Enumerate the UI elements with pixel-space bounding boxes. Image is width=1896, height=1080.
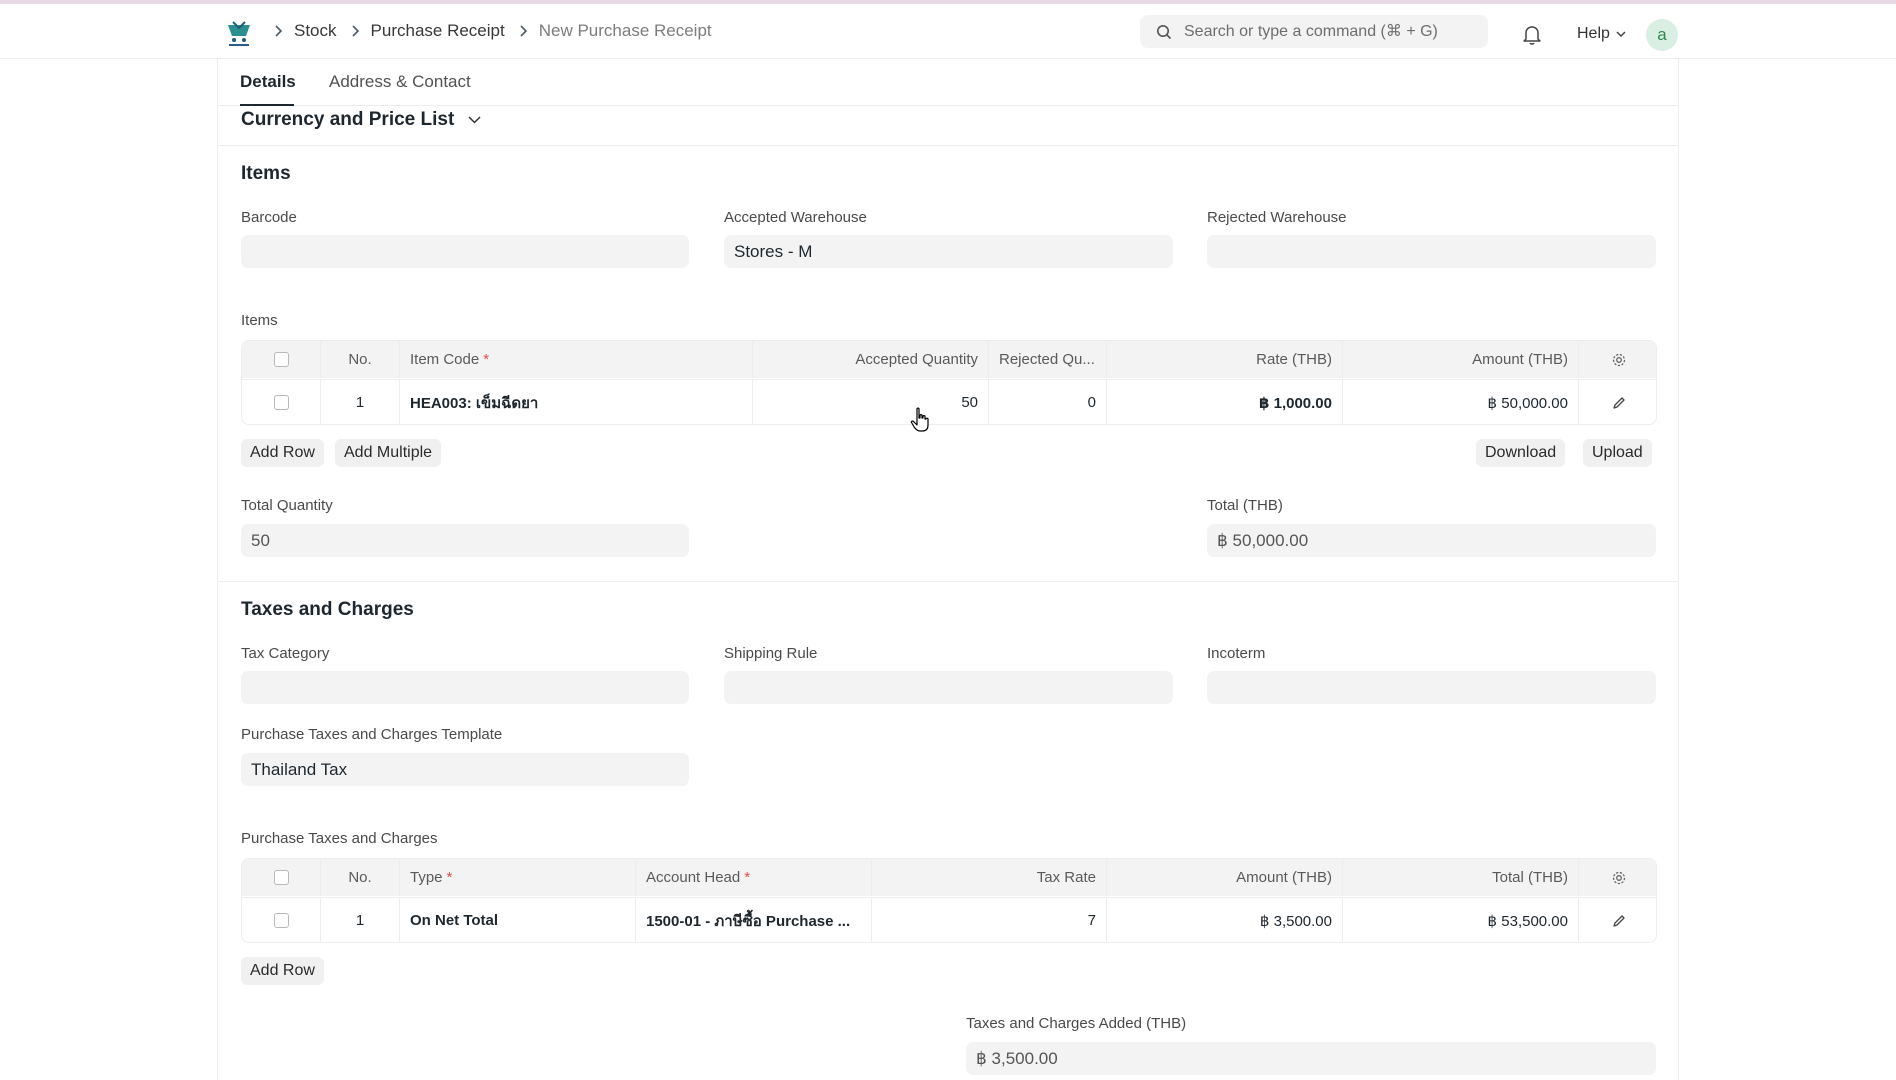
tab-details[interactable]: Details [240, 72, 296, 92]
taxes-template-label: Purchase Taxes and Charges Template [241, 726, 503, 743]
help-dropdown[interactable]: Help [1577, 25, 1626, 43]
col-tax-rate: Tax Rate [872, 859, 1107, 896]
total-label: Total (THB) [1207, 497, 1283, 514]
app-logo-icon[interactable] [224, 18, 254, 48]
required-marker: * [483, 351, 490, 368]
taxes-table: No. Type * Account Head * Tax Rate Amount … [241, 858, 1657, 943]
chevron-right-icon [351, 25, 359, 37]
taxes-table-label: Purchase Taxes and Charges [241, 830, 438, 847]
col-type: Type * [400, 859, 636, 896]
tab-address-contact[interactable]: Address & Contact [329, 72, 471, 92]
shipping-rule-input[interactable] [724, 671, 1173, 704]
row-account-head[interactable]: 1500-01 - ภาษีซื้อ Purchase ... [636, 898, 872, 942]
col-rejected-quantity: Rejected Qu... [989, 341, 1107, 378]
currency-section-toggle[interactable]: Currency and Price List [241, 109, 481, 131]
col-no: No. [321, 859, 400, 896]
search-icon [1157, 24, 1172, 39]
search-input[interactable] [1184, 22, 1484, 41]
row-checkbox[interactable] [273, 913, 289, 928]
col-no: No. [321, 341, 400, 378]
row-accepted-quantity[interactable]: 50 [753, 380, 989, 424]
row-rate[interactable]: ฿ 1,000.00 [1107, 380, 1343, 424]
barcode-label: Barcode [241, 209, 297, 226]
notification-bell-icon[interactable] [1522, 24, 1542, 46]
total-quantity-value: 50 [241, 524, 689, 557]
awesomebar[interactable] [1140, 15, 1488, 48]
row-no: 1 [321, 898, 400, 942]
avatar[interactable]: a [1646, 19, 1678, 51]
row-amount: ฿ 50,000.00 [1343, 380, 1579, 424]
row-amount: ฿ 3,500.00 [1107, 898, 1343, 942]
col-total: Total (THB) [1343, 859, 1579, 896]
tax-category-input[interactable] [241, 671, 689, 704]
form-page: Details Address & Contact Currency and P… [217, 59, 1679, 1080]
download-button[interactable]: Download [1476, 439, 1566, 467]
section-divider [218, 581, 1678, 582]
add-tax-row-button[interactable]: Add Row [241, 957, 324, 985]
total-quantity-label: Total Quantity [241, 497, 333, 514]
select-all-checkbox[interactable] [273, 870, 289, 885]
chevron-right-icon [274, 25, 282, 37]
col-accepted-quantity: Accepted Quantity [753, 341, 989, 378]
hand-pointer-icon [910, 407, 929, 432]
active-tab-indicator [240, 104, 294, 106]
row-tax-rate[interactable]: 7 [872, 898, 1107, 942]
chevron-right-icon [519, 25, 527, 37]
gear-icon[interactable] [1611, 870, 1627, 886]
required-marker: * [446, 869, 453, 886]
breadcrumb-current: New Purchase Receipt [538, 21, 712, 40]
items-section-title: Items [241, 163, 291, 184]
incoterm-label: Incoterm [1207, 645, 1266, 662]
taxes-added-label: Taxes and Charges Added (THB) [966, 1015, 1187, 1032]
taxes-table-header: No. Type * Account Head * Tax Rate Amount … [242, 859, 1656, 896]
col-amount: Amount (THB) [1107, 859, 1343, 896]
table-row[interactable]: 1 On Net Total 1500-01 - ภาษีซื้อ Purcha… [242, 897, 1656, 942]
accepted-warehouse-label: Accepted Warehouse [724, 209, 867, 226]
rejected-warehouse-input[interactable] [1207, 235, 1656, 268]
add-row-button[interactable]: Add Row [241, 439, 324, 467]
barcode-input[interactable] [241, 235, 689, 268]
shipping-rule-label: Shipping Rule [724, 645, 818, 662]
chevron-down-icon [1616, 30, 1626, 37]
col-amount: Amount (THB) [1343, 341, 1579, 378]
section-divider [218, 145, 1678, 146]
edit-pencil-icon[interactable] [1612, 914, 1626, 928]
row-type[interactable]: On Net Total [400, 898, 636, 942]
total-value: ฿ 50,000.00 [1207, 524, 1656, 557]
select-all-checkbox[interactable] [273, 352, 289, 367]
add-multiple-button[interactable]: Add Multiple [335, 439, 442, 467]
table-row[interactable]: 1 HEA003: เข็มฉีดยา 50 0 ฿ 1,000.00 ฿ 50… [242, 379, 1656, 424]
form-tabs: Details Address & Contact [218, 59, 1678, 106]
col-rate: Rate (THB) [1107, 341, 1343, 378]
breadcrumb: Stock Purchase Receipt New Purchase Rece… [274, 21, 726, 41]
chevron-down-icon [468, 116, 481, 124]
currency-section-title: Currency and Price List [241, 109, 455, 130]
row-total: ฿ 53,500.00 [1343, 898, 1579, 942]
accepted-warehouse-input[interactable]: Stores - M [724, 235, 1173, 268]
row-no: 1 [321, 380, 400, 424]
edit-pencil-icon[interactable] [1612, 396, 1626, 410]
incoterm-input[interactable] [1207, 671, 1656, 704]
items-table: No. Item Code * Accepted Quantity Rejecte… [241, 340, 1657, 425]
row-checkbox[interactable] [273, 395, 289, 410]
navbar: Stock Purchase Receipt New Purchase Rece… [0, 4, 1896, 59]
taxes-section-title: Taxes and Charges [241, 599, 414, 620]
gear-icon[interactable] [1611, 352, 1627, 368]
upload-button[interactable]: Upload [1583, 439, 1652, 467]
taxes-template-input[interactable]: Thailand Tax [241, 753, 689, 786]
col-account-head: Account Head * [636, 859, 872, 896]
rejected-warehouse-label: Rejected Warehouse [1207, 209, 1347, 226]
row-item-code[interactable]: HEA003: เข็มฉีดยา [400, 380, 753, 424]
col-item-code: Item Code * [400, 341, 753, 378]
breadcrumb-purchase-receipt[interactable]: Purchase Receipt [371, 21, 505, 41]
breadcrumb-stock[interactable]: Stock [294, 21, 337, 41]
required-marker: * [744, 869, 751, 886]
tax-category-label: Tax Category [241, 645, 330, 662]
taxes-added-value: ฿ 3,500.00 [966, 1042, 1656, 1075]
items-table-header: No. Item Code * Accepted Quantity Rejecte… [242, 341, 1656, 378]
row-rejected-quantity[interactable]: 0 [989, 380, 1107, 424]
items-table-label: Items [241, 312, 278, 329]
help-label: Help [1577, 25, 1610, 42]
